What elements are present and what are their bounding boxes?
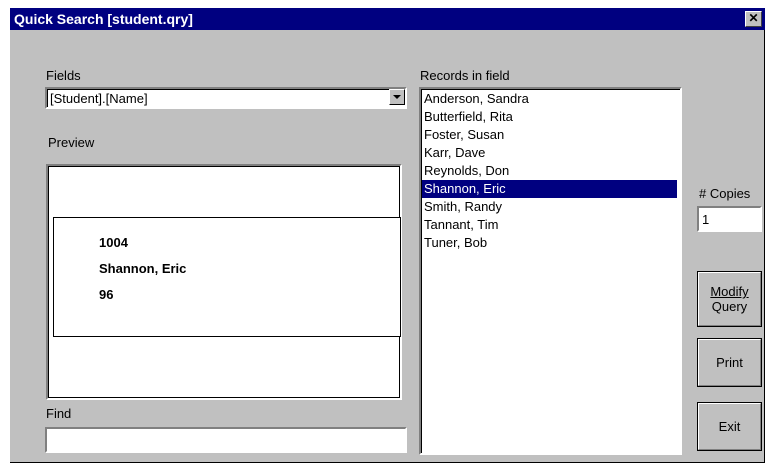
fields-selected-value: [Student].[Name] [50, 91, 148, 106]
list-item[interactable]: Tannant, Tim [422, 216, 677, 234]
list-item[interactable]: Anderson, Sandra [422, 90, 677, 108]
preview-panel: 1004 Shannon, Eric 96 [46, 164, 402, 400]
fields-combobox[interactable]: [Student].[Name] [45, 87, 407, 109]
copies-input[interactable]: 1 [697, 206, 762, 232]
preview-label: Preview [48, 135, 95, 150]
list-item[interactable]: Butterfield, Rita [422, 108, 677, 126]
modify-query-button[interactable]: Modify Query [697, 271, 762, 327]
list-item[interactable]: Foster, Susan [422, 126, 677, 144]
records-label: Records in field [420, 68, 510, 83]
copies-label: # Copies [699, 186, 751, 201]
list-item-selected[interactable]: Shannon, Eric [422, 180, 677, 198]
list-item[interactable]: Tuner, Bob [422, 234, 677, 252]
list-item[interactable]: Karr, Dave [422, 144, 677, 162]
title-bar[interactable]: Quick Search [student.qry] ✕ [10, 8, 765, 30]
chevron-down-icon [393, 95, 401, 99]
preview-score: 96 [99, 287, 114, 302]
copies-value: 1 [702, 212, 710, 227]
close-button[interactable]: ✕ [745, 11, 762, 27]
find-input[interactable] [45, 427, 407, 453]
preview-id: 1004 [99, 235, 128, 250]
print-button-label: Print [716, 355, 743, 370]
list-item[interactable]: Reynolds, Don [422, 162, 677, 180]
records-listbox[interactable]: Anderson, Sandra Butterfield, Rita Foste… [419, 87, 682, 455]
find-label: Find [46, 406, 72, 421]
exit-button-label: Exit [718, 419, 741, 434]
exit-button[interactable]: Exit [697, 402, 762, 451]
quick-search-dialog: Quick Search [student.qry] ✕ Fields [Stu… [10, 8, 765, 463]
window-title: Quick Search [student.qry] [14, 11, 193, 27]
fields-label: Fields [46, 68, 81, 83]
fields-dropdown-button[interactable] [389, 89, 405, 105]
preview-name: Shannon, Eric [99, 261, 187, 276]
close-icon: ✕ [748, 11, 759, 25]
modify-query-label-line1: Modify [710, 284, 749, 299]
modify-query-label-line2: Query [711, 299, 748, 314]
list-item[interactable]: Smith, Randy [422, 198, 677, 216]
print-button[interactable]: Print [697, 338, 762, 387]
preview-label-card: 1004 Shannon, Eric 96 [53, 217, 401, 337]
